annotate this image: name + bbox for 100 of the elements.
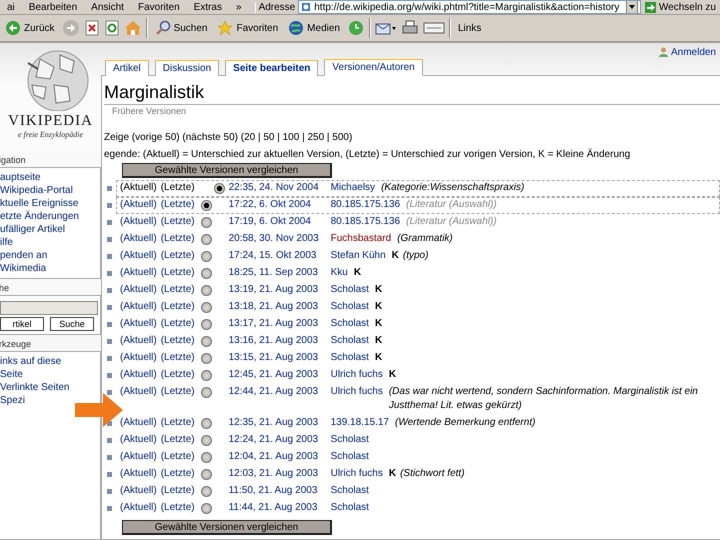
- user-link[interactable]: Scholast: [330, 334, 369, 348]
- diff-link[interactable]: (Aktuell): [120, 484, 157, 498]
- diff-link[interactable]: (Aktuell): [120, 450, 157, 464]
- menu-item[interactable]: Extras: [186, 2, 229, 12]
- user-link[interactable]: Ulrich fuchs: [330, 467, 383, 481]
- user-link[interactable]: 80.185.175.136: [330, 215, 400, 229]
- menu-item[interactable]: »: [229, 2, 249, 12]
- refresh-icon[interactable]: [104, 20, 120, 36]
- sidebar-link[interactable]: etzte Änderungen: [0, 210, 79, 223]
- diff-link[interactable]: (Letzte): [160, 232, 195, 246]
- diff-link[interactable]: (Aktuell): [120, 215, 157, 229]
- radio-button[interactable]: [200, 284, 212, 296]
- menu-item[interactable]: Ansicht: [84, 2, 131, 12]
- home-icon[interactable]: [124, 20, 142, 36]
- user-link[interactable]: Fuchsbastard: [330, 232, 392, 246]
- version-date-link[interactable]: 17:19, 6. Okt 2004: [228, 215, 331, 229]
- dropdown-button[interactable]: [626, 1, 638, 13]
- diff-link[interactable]: (Letzte): [160, 300, 195, 314]
- version-date-link[interactable]: 12:03, 21. Aug 2003: [228, 467, 331, 481]
- version-date-link[interactable]: 22:35, 24. Nov 2004: [228, 181, 331, 195]
- sidebar-link[interactable]: ufälliger Artikel: [0, 223, 66, 236]
- page-tab[interactable]: Versionen/Autoren: [324, 59, 423, 76]
- radio-button[interactable]: [200, 352, 212, 364]
- user-link[interactable]: Scholast: [330, 317, 369, 331]
- version-date-link[interactable]: 12:35, 21. Aug 2003: [228, 416, 331, 430]
- diff-link[interactable]: (Aktuell): [120, 300, 157, 314]
- radio-button[interactable]: [200, 336, 212, 346]
- back-button[interactable]: Zurück: [2, 20, 58, 36]
- user-link[interactable]: Scholast: [330, 433, 369, 447]
- diff-link[interactable]: (Aktuell): [120, 334, 157, 348]
- version-date-link[interactable]: 12:24, 21. Aug 2003: [228, 433, 331, 447]
- version-date-link[interactable]: 17:22, 6. Okt 2004: [228, 198, 331, 212]
- user-link[interactable]: Scholast: [330, 300, 369, 314]
- login-link[interactable]: Anmelden: [670, 46, 716, 58]
- radio-button[interactable]: [200, 234, 212, 244]
- diff-link[interactable]: (Letzte): [160, 334, 195, 348]
- radio-button[interactable]: [200, 434, 212, 446]
- edit-icon[interactable]: [422, 20, 445, 36]
- version-date-link[interactable]: 11:50, 21. Aug 2003: [228, 484, 331, 498]
- diff-link[interactable]: (Aktuell): [120, 232, 157, 246]
- diff-link[interactable]: (Aktuell): [120, 351, 157, 365]
- diff-link[interactable]: (Aktuell): [120, 266, 157, 280]
- radio-button[interactable]: [200, 200, 212, 210]
- diff-link[interactable]: (Aktuell): [120, 501, 157, 515]
- diff-link[interactable]: (Letzte): [160, 501, 195, 515]
- menu-item[interactable]: Favoriten: [130, 2, 187, 12]
- sidebar-link[interactable]: Wikipedia-Portal: [0, 184, 73, 197]
- diff-link[interactable]: (Aktuell): [120, 249, 157, 263]
- version-date-link[interactable]: 17:24, 15. Okt 2003: [228, 249, 331, 263]
- user-link[interactable]: Scholast: [330, 501, 369, 515]
- diff-link[interactable]: (Aktuell): [120, 385, 157, 399]
- search-button[interactable]: Suche: [50, 317, 94, 331]
- version-date-link[interactable]: 13:15, 21. Aug 2003: [228, 351, 331, 365]
- diff-link[interactable]: (Letzte): [160, 266, 195, 280]
- diff-link[interactable]: (Letzte): [160, 351, 195, 365]
- compare-button[interactable]: Gewählte Versionen vergleichen: [122, 520, 332, 535]
- radio-button[interactable]: [200, 370, 212, 380]
- diff-link[interactable]: (Letzte): [160, 198, 195, 212]
- version-date-link[interactable]: 18:25, 11. Sep 2003: [228, 266, 331, 280]
- links-button[interactable]: Links: [454, 22, 484, 34]
- radio-button[interactable]: [200, 386, 212, 398]
- diff-link[interactable]: (Letzte): [160, 450, 195, 464]
- diff-link[interactable]: (Aktuell): [120, 416, 157, 430]
- menu-item[interactable]: ai: [0, 2, 22, 12]
- radio-button[interactable]: [200, 468, 212, 480]
- user-link[interactable]: 139.18.15.17: [330, 416, 389, 430]
- diff-link[interactable]: (Letzte): [160, 215, 195, 229]
- diff-link[interactable]: (Aktuell): [120, 317, 157, 331]
- version-date-link[interactable]: 13:16, 21. Aug 2003: [228, 334, 331, 348]
- sidebar-link[interactable]: auptseite: [0, 171, 41, 184]
- sidebar-link[interactable]: Verlinkte Seiten: [0, 381, 70, 394]
- version-date-link[interactable]: 13:19, 21. Aug 2003: [228, 283, 331, 297]
- favorites-button[interactable]: Favoriten: [214, 20, 282, 36]
- radio-button[interactable]: [200, 452, 212, 462]
- version-date-link[interactable]: 11:44, 21. Aug 2003: [228, 501, 331, 515]
- user-link[interactable]: Scholast: [330, 484, 369, 498]
- radio-button[interactable]: [200, 486, 212, 496]
- media-button[interactable]: Medien: [285, 20, 343, 36]
- user-link[interactable]: Michaelsy: [330, 181, 376, 195]
- version-date-link[interactable]: 12:44, 21. Aug 2003: [228, 385, 331, 399]
- print-icon[interactable]: [400, 20, 419, 36]
- address-field[interactable]: http://de.wikipedia.org/w/wiki.phtml?title=Marginalistik&action=history: [298, 0, 641, 14]
- diff-link[interactable]: (Letzte): [160, 283, 195, 297]
- diff-link[interactable]: (Letzte): [160, 181, 195, 195]
- user-link[interactable]: Ulrich fuchs: [330, 385, 383, 399]
- stop-icon[interactable]: [84, 20, 100, 36]
- diff-link[interactable]: (Aktuell): [120, 433, 157, 447]
- diff-link[interactable]: (Aktuell): [120, 467, 157, 481]
- user-link[interactable]: Scholast: [330, 351, 369, 365]
- diff-link[interactable]: (Aktuell): [120, 283, 157, 297]
- diff-link[interactable]: (Letzte): [160, 317, 195, 331]
- radio-button[interactable]: [200, 250, 212, 262]
- user-link[interactable]: 80.185.175.136: [330, 198, 400, 212]
- search-field[interactable]: [0, 301, 98, 315]
- sidebar-link[interactable]: ilfe: [0, 236, 13, 249]
- sidebar-link[interactable]: inks auf diese: [0, 355, 62, 368]
- radio-button[interactable]: [200, 268, 212, 278]
- menu-item[interactable]: Bearbeiten: [22, 2, 84, 12]
- page-tab[interactable]: Diskussion: [154, 60, 220, 76]
- radio-button[interactable]: [200, 302, 212, 312]
